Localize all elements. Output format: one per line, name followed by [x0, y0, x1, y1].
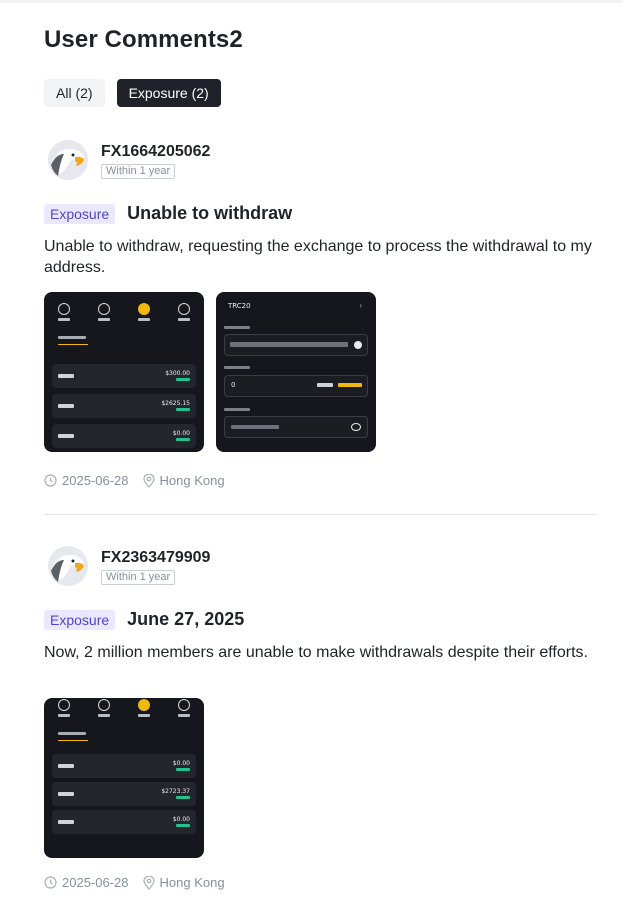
avatar[interactable] [48, 140, 88, 180]
comment-date: 2025-06-28 [62, 473, 129, 488]
account-balance: $300.00 [165, 370, 190, 377]
comment-card: FX1664205062 Within 1 year Exposure Unab… [44, 140, 597, 500]
comment-meta: 2025-06-28 Hong Kong [44, 875, 225, 890]
screenshot-thumbnail[interactable]: TRC20 › 0 [216, 292, 376, 452]
comment-body: Now, 2 million members are unable to mak… [44, 644, 588, 661]
location-pin-icon [142, 875, 155, 890]
filter-tabs: All (2) Exposure (2) [44, 79, 221, 107]
screenshot-thumbnail[interactable]: $300.00 $2625.15 $0.00 [44, 292, 204, 452]
username[interactable]: FX2363479909 [101, 549, 210, 567]
username[interactable]: FX1664205062 [101, 143, 210, 161]
account-balance: $0.00 [172, 816, 190, 823]
app-menu-icons [44, 292, 204, 330]
eagle-avatar-icon [48, 140, 88, 180]
comment-body: Unable to withdraw, requesting the excha… [44, 238, 592, 276]
account-balance: $2625.15 [161, 400, 190, 407]
title-row: Exposure June 27, 2025 [44, 609, 244, 630]
account-balance: $0.00 [172, 760, 190, 767]
account-balance: $0.00 [172, 430, 190, 437]
comment-location: Hong Kong [159, 875, 225, 890]
comment-location: Hong Kong [159, 473, 225, 488]
comment-card: FX2363479909 Within 1 year Exposure June… [44, 546, 597, 896]
comment-meta: 2025-06-28 Hong Kong [44, 473, 225, 488]
tab-all[interactable]: All (2) [44, 79, 105, 107]
page-title: User Comments2 [44, 26, 243, 53]
exposure-tag: Exposure [44, 609, 116, 630]
comment-title: Unable to withdraw [127, 203, 293, 223]
avatar[interactable] [48, 546, 88, 586]
account-balance: $2723.37 [161, 788, 190, 795]
app-menu-icons [44, 698, 204, 726]
image-gallery: $0.00 $2723.37 $0.00 [44, 698, 204, 858]
network-label: TRC20 [228, 302, 251, 310]
image-gallery: $300.00 $2625.15 $0.00 TRC20 › 0 [44, 292, 376, 452]
time-badge: Within 1 year [101, 570, 176, 585]
comment-title: June 27, 2025 [127, 609, 245, 629]
clock-icon [44, 876, 57, 889]
location-pin-icon [142, 473, 155, 488]
chevron-right-icon: › [359, 301, 362, 310]
clock-icon [44, 474, 57, 487]
screenshot-thumbnail[interactable]: $0.00 $2723.37 $0.00 [44, 698, 204, 858]
top-border [0, 0, 623, 3]
title-row: Exposure Unable to withdraw [44, 203, 292, 224]
eye-icon [351, 423, 361, 431]
amount-value: 0 [231, 381, 236, 389]
tab-exposure[interactable]: Exposure (2) [116, 79, 221, 107]
time-badge: Within 1 year [101, 164, 176, 179]
exposure-tag: Exposure [44, 203, 116, 224]
divider [44, 514, 597, 515]
comment-date: 2025-06-28 [62, 875, 129, 890]
eagle-avatar-icon [48, 546, 88, 586]
